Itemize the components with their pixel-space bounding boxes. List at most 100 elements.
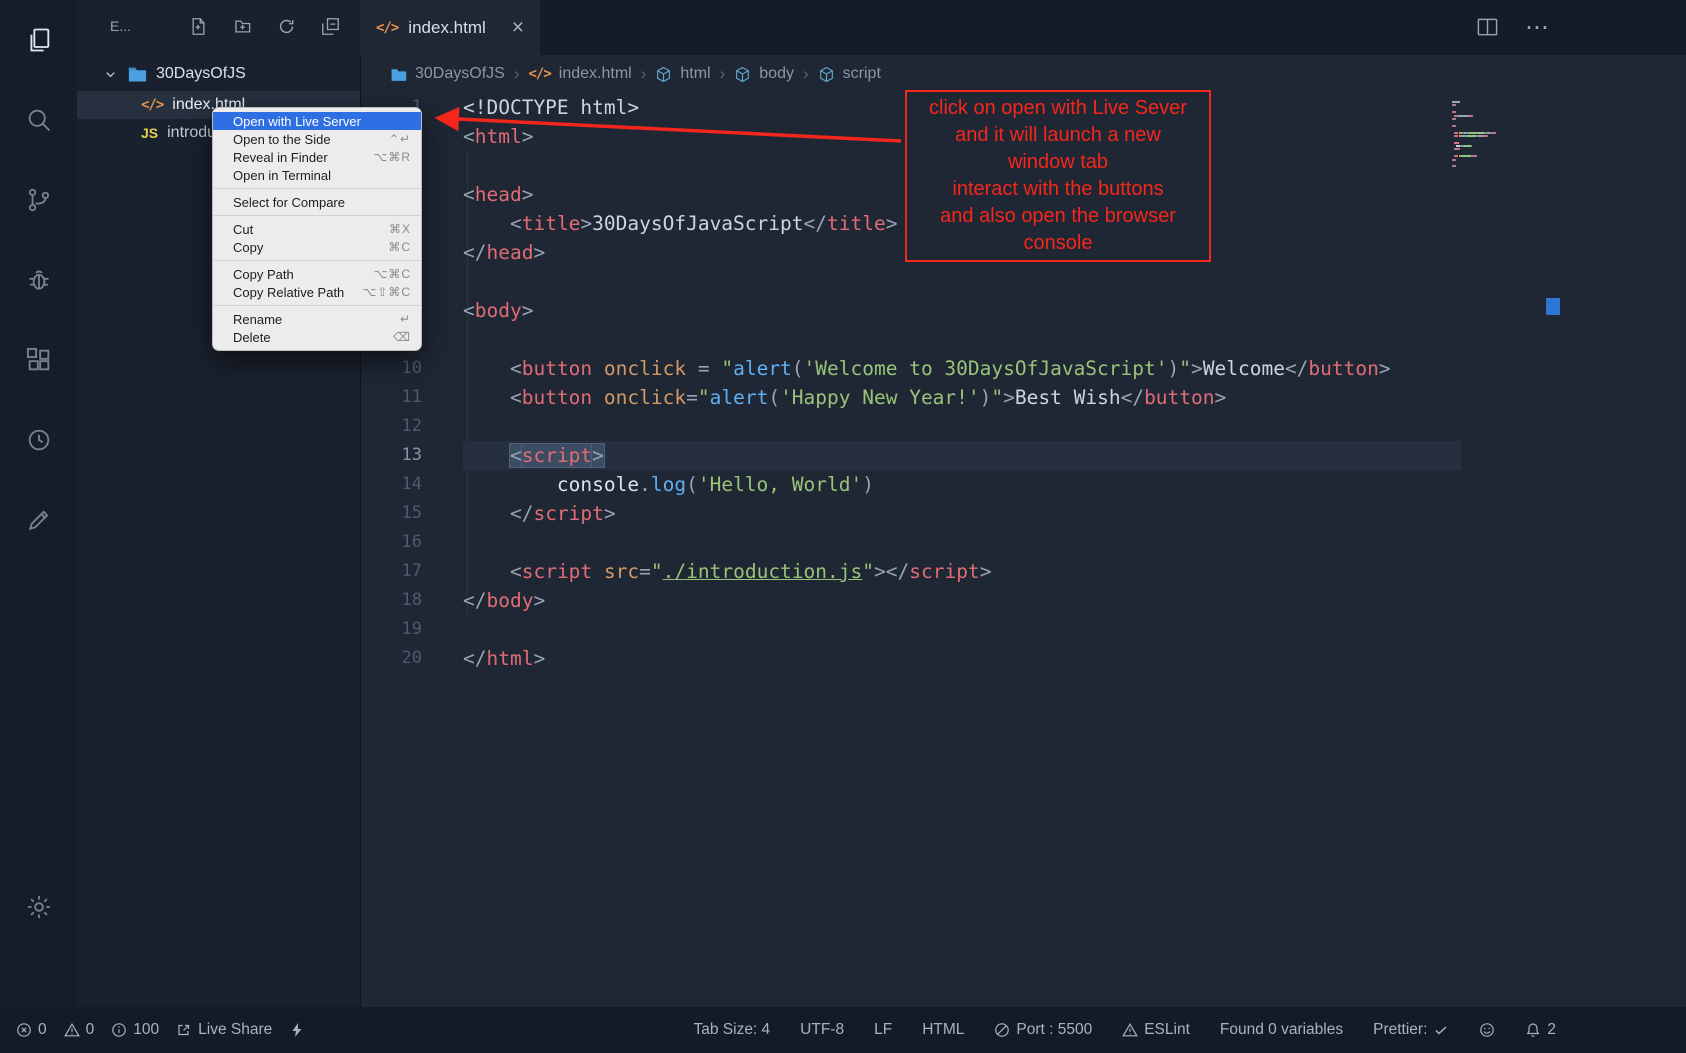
new-folder-icon[interactable] [233, 17, 252, 36]
annotation-line: window tab [1008, 149, 1108, 176]
menu-item-reveal-in-finder[interactable]: Reveal in Finder⌥⌘R [213, 148, 421, 166]
status-tab-size-4[interactable]: Tab Size: 4 [693, 1021, 770, 1039]
menu-separator [213, 188, 421, 189]
menu-item-copy-relative-path[interactable]: Copy Relative Path⌥⇧⌘C [213, 283, 421, 301]
status-html[interactable]: HTML [922, 1021, 964, 1039]
menu-item-rename[interactable]: Rename↵ [213, 310, 421, 328]
port-slash-icon [994, 1022, 1010, 1038]
menu-item-select-for-compare[interactable]: Select for Compare [213, 193, 421, 211]
explorer-title: E... [110, 18, 131, 34]
context-menu: Open with Live ServerOpen to the Side⌃↵R… [212, 107, 422, 351]
code-line-7[interactable]: 7 [360, 267, 1686, 296]
status-eslint[interactable]: ESLint [1122, 1021, 1190, 1039]
close-icon[interactable]: × [512, 17, 524, 38]
line-number: 12 [360, 412, 422, 441]
vscode-window: E... 30DaysOfJS </>index.htmlJSintroduct… [0, 0, 1686, 1053]
smiley-icon [1479, 1022, 1495, 1038]
status-found-0-variables[interactable]: Found 0 variables [1220, 1021, 1343, 1039]
tab-bar: </> index.html × ⋯ [360, 0, 1686, 55]
menu-item-copy-path[interactable]: Copy Path⌥⌘C [213, 265, 421, 283]
status-0[interactable]: 0 [64, 1021, 95, 1039]
breadcrumb-item-script[interactable]: script [818, 65, 881, 83]
breadcrumb-item-body[interactable]: body [734, 65, 794, 83]
code-icon: </> [528, 66, 550, 82]
search-icon[interactable] [0, 80, 77, 160]
line-number: 19 [360, 615, 422, 644]
more-actions-icon[interactable]: ⋯ [1525, 13, 1550, 42]
split-editor-icon[interactable] [1476, 16, 1499, 39]
explorer-icon[interactable] [0, 0, 77, 80]
html-file-icon: </> [376, 20, 398, 36]
status-port-5500[interactable]: Port : 5500 [994, 1021, 1092, 1039]
code-line-10[interactable]: 10 <button onclick = "alert('Welcome to … [360, 354, 1686, 383]
status-0[interactable]: 0 [16, 1021, 47, 1039]
code-line-19[interactable]: 19 [360, 615, 1686, 644]
refresh-icon[interactable] [277, 17, 296, 36]
info-circle-icon [111, 1022, 127, 1038]
breadcrumb-separator: › [514, 64, 520, 84]
code-line-11[interactable]: 11 <button onclick="alert('Happy New Yea… [360, 383, 1686, 412]
status-100[interactable]: 100 [111, 1021, 159, 1039]
symbol-icon [655, 66, 672, 83]
code-line-20[interactable]: 20</html> [360, 644, 1686, 673]
breadcrumb-item-30daysofjs[interactable]: 30DaysOfJS [390, 65, 505, 83]
folder-root-row[interactable]: 30DaysOfJS [77, 57, 360, 91]
code-line-16[interactable]: 16 [360, 528, 1686, 557]
breadcrumb-item-html[interactable]: html [655, 65, 710, 83]
line-number: 13 [360, 441, 422, 470]
folder-icon [390, 66, 407, 83]
extensions-icon[interactable] [0, 320, 77, 400]
status-2[interactable]: 2 [1525, 1021, 1556, 1039]
status-smiley[interactable] [1479, 1022, 1495, 1038]
warning-triangle-icon [64, 1022, 80, 1038]
annotation-box: click on open with Live Severand it will… [905, 90, 1211, 262]
breadcrumb-item-index-html[interactable]: </>index.html [528, 65, 631, 83]
new-file-icon[interactable] [189, 17, 208, 36]
code-line-9[interactable]: 9 [360, 325, 1686, 354]
code-line-12[interactable]: 12 [360, 412, 1686, 441]
live-share-icon [176, 1022, 192, 1038]
code-line-17[interactable]: 17 <script src="./introduction.js"></scr… [360, 557, 1686, 586]
chevron-down-icon [103, 67, 118, 82]
history-icon[interactable] [0, 400, 77, 480]
code-line-13[interactable]: 13 <script> [360, 441, 1686, 470]
line-number: 20 [360, 644, 422, 673]
annotation-line: click on open with Live Sever [929, 95, 1187, 122]
menu-item-delete[interactable]: Delete⌫ [213, 328, 421, 346]
status-bar-left: 00 100 Live Share [16, 1021, 305, 1039]
source-control-icon[interactable] [0, 160, 77, 240]
settings-gear-icon[interactable] [0, 867, 77, 947]
collapse-all-icon[interactable] [321, 17, 340, 36]
warning-triangle-icon [1122, 1022, 1138, 1038]
pen-icon[interactable] [0, 480, 77, 560]
menu-item-cut[interactable]: Cut⌘X [213, 220, 421, 238]
line-number: 11 [360, 383, 422, 412]
explorer-header: E... [77, 0, 360, 52]
minimap[interactable] [1452, 101, 1540, 169]
menu-item-open-in-terminal[interactable]: Open in Terminal [213, 166, 421, 184]
status-lightning[interactable] [289, 1022, 305, 1038]
line-number: 17 [360, 557, 422, 586]
code-line-14[interactable]: 14 console.log('Hello, World') [360, 470, 1686, 499]
code-line-8[interactable]: 8<body> [360, 296, 1686, 325]
line-number: 15 [360, 499, 422, 528]
status-live-share[interactable]: Live Share [176, 1021, 272, 1039]
breadcrumb-separator: › [803, 64, 809, 84]
menu-item-open-to-the-side[interactable]: Open to the Side⌃↵ [213, 130, 421, 148]
status-lf[interactable]: LF [874, 1021, 892, 1039]
check-icon [1433, 1022, 1449, 1038]
code-line-15[interactable]: 15 </script> [360, 499, 1686, 528]
debug-icon[interactable] [0, 240, 77, 320]
status-utf-8[interactable]: UTF-8 [800, 1021, 844, 1039]
menu-item-open-with-live-server[interactable]: Open with Live Server [213, 112, 421, 130]
tab-label: index.html [408, 18, 485, 38]
tab-index-html[interactable]: </> index.html × [360, 0, 540, 55]
bell-icon [1525, 1022, 1541, 1038]
symbol-icon [734, 66, 751, 83]
status-prettier[interactable]: Prettier: [1373, 1021, 1449, 1039]
breadcrumb-separator: › [720, 64, 726, 84]
annotation-line: console [1024, 230, 1093, 257]
code-line-18[interactable]: 18</body> [360, 586, 1686, 615]
menu-item-copy[interactable]: Copy⌘C [213, 238, 421, 256]
scrollbar-decoration[interactable] [1546, 298, 1560, 315]
